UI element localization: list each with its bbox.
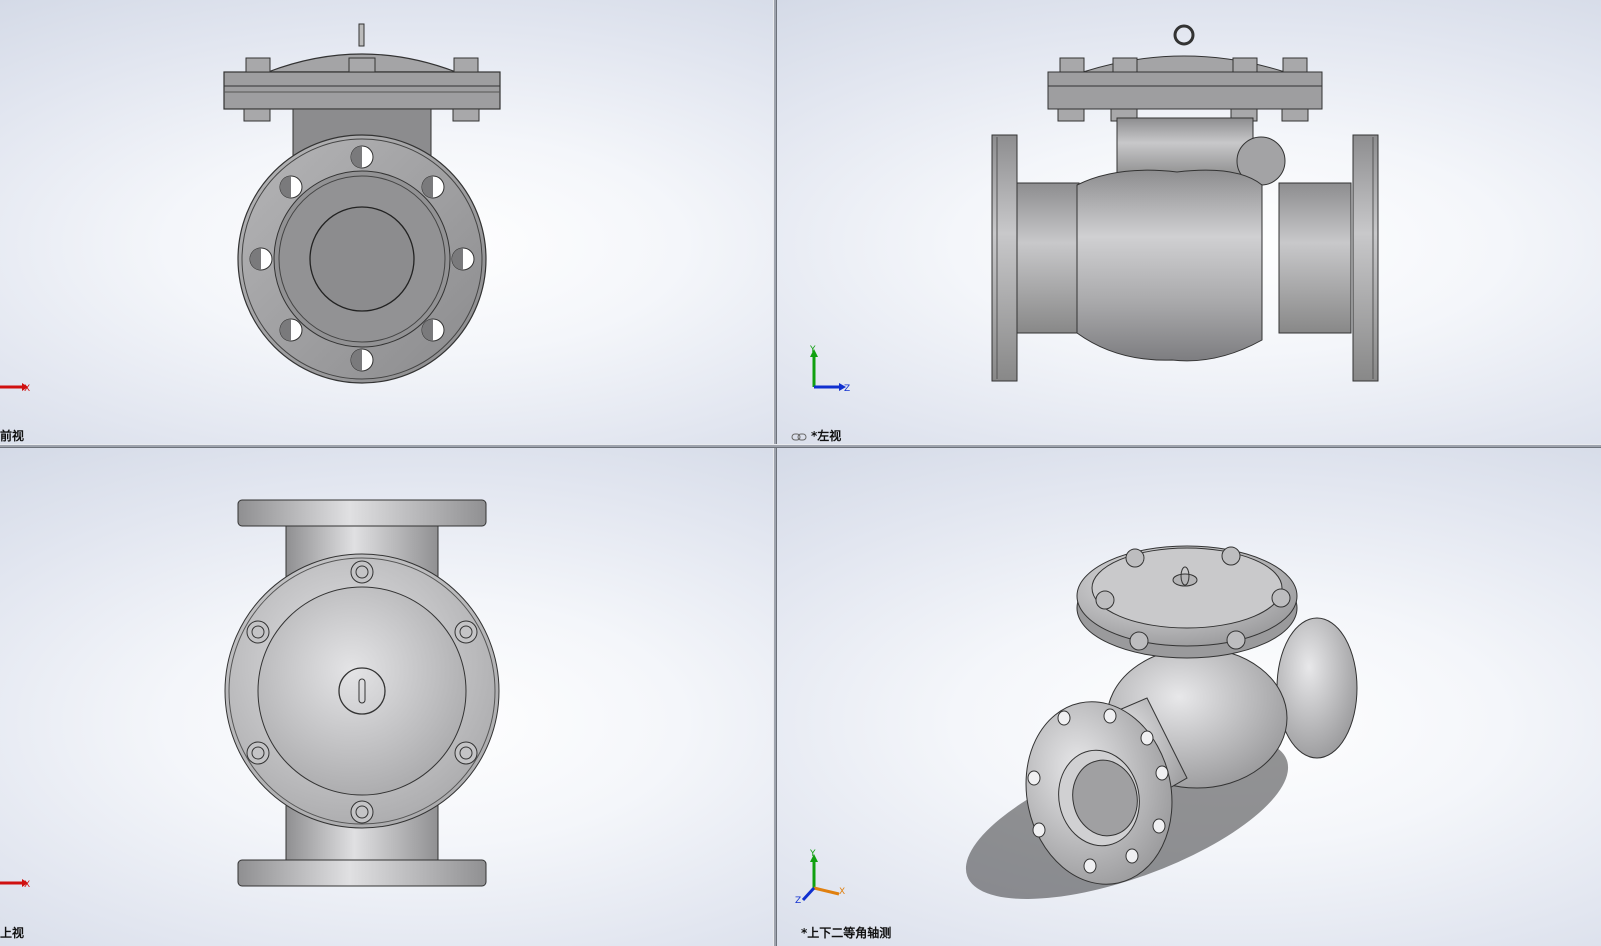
triad-y-label: Y xyxy=(809,345,816,355)
view-label-left: *左视 xyxy=(791,427,841,444)
valve-iso-view: Y X Z xyxy=(795,545,1358,906)
view-label-iso: *上下二等角轴测 xyxy=(801,926,892,940)
valve-front-view: X xyxy=(0,23,501,394)
link-icon xyxy=(791,433,807,440)
valve-top-view: X xyxy=(0,499,500,890)
viewport-front[interactable]: X 前视 xyxy=(0,0,773,444)
triad-z-label-iso: Z xyxy=(795,896,801,906)
viewport-iso[interactable]: Y X Z *上下二等角轴测 xyxy=(777,448,1601,946)
triad-x-label-top: X xyxy=(24,880,30,890)
triad-x-label: X xyxy=(24,384,30,394)
view-label-left-text: *左视 xyxy=(811,429,842,443)
viewport-splitter-vertical[interactable] xyxy=(773,0,777,946)
triad-iso: Y X Z xyxy=(795,849,845,906)
triad-left: Y Z xyxy=(809,345,850,394)
triad-x-label-iso: X xyxy=(839,887,845,897)
viewport-splitter-horizontal[interactable] xyxy=(0,444,1601,448)
view-label-top: 上视 xyxy=(0,926,25,940)
valve-left-view: Y Z xyxy=(809,24,1379,394)
viewport-left[interactable]: Y Z *左视 xyxy=(777,0,1601,444)
view-label-front: 前视 xyxy=(0,429,25,443)
triad-top: X xyxy=(0,879,30,890)
triad-z-label: Z xyxy=(844,384,850,394)
triad-y-label-iso: Y xyxy=(809,849,816,859)
triad-front: X xyxy=(0,383,30,394)
viewport-top[interactable]: X 上视 xyxy=(0,448,773,946)
